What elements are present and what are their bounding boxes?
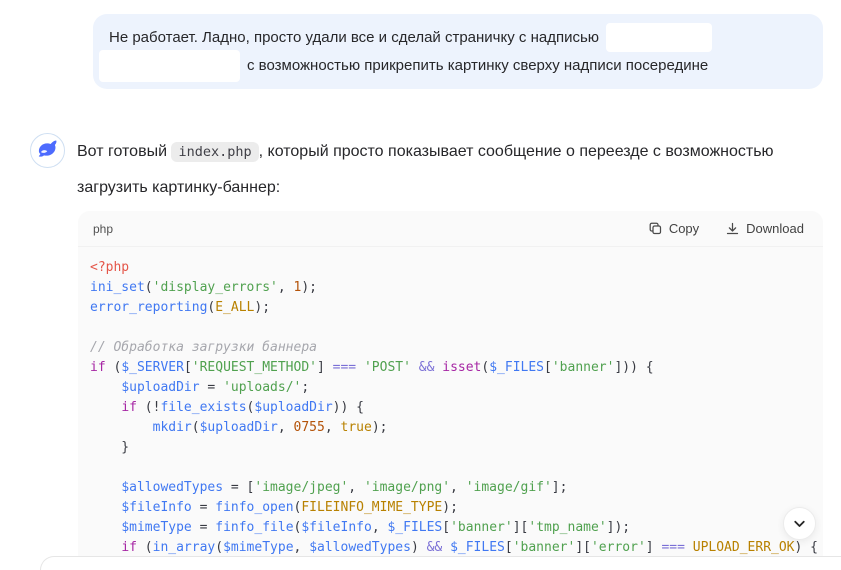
code-line: if ($_SERVER['REQUEST_METHOD'] === 'POST…: [90, 360, 654, 375]
assistant-message-prefix: Вот готовый: [77, 143, 168, 160]
code-block: php Copy Download <?php ini_set('display…: [78, 211, 823, 563]
code-line: }: [90, 440, 130, 455]
code-line: <?php: [90, 260, 130, 275]
inline-code-chip: index.php: [171, 142, 259, 162]
copy-icon: [648, 221, 663, 236]
code-line: $mimeType = finfo_file($fileInfo, $_FILE…: [121, 520, 631, 535]
code-line: ini_set('display_errors', 1);: [90, 280, 317, 295]
user-message-text-2: с возможностью прикрепить картинку сверх…: [247, 57, 709, 74]
redacted-box-1: [606, 23, 713, 52]
copy-button[interactable]: Copy: [648, 221, 699, 236]
code-content: <?php ini_set('display_errors', 1); error_…: [78, 247, 823, 563]
chat-input-top-edge[interactable]: [40, 556, 841, 570]
code-line: mkdir($uploadDir, 0755, true);: [152, 420, 388, 435]
scroll-to-bottom-button[interactable]: [783, 507, 816, 540]
code-line: $allowedTypes = ['image/jpeg', 'image/pn…: [121, 480, 568, 495]
assistant-message: Вот готовый index.php, который просто по…: [77, 134, 793, 205]
code-block-header: php Copy Download: [78, 211, 823, 247]
code-line: // Обработка загрузки баннера: [90, 340, 317, 355]
user-message-line-2: с возможностью прикрепить картинку сверх…: [99, 50, 708, 82]
code-line: error_reporting(E_ALL);: [90, 300, 271, 315]
download-button[interactable]: Download: [725, 221, 804, 236]
assistant-avatar: [30, 133, 65, 168]
code-line: $uploadDir = 'uploads/';: [121, 380, 310, 395]
code-line: if (!file_exists($uploadDir)) {: [121, 400, 364, 415]
code-line: $fileInfo = finfo_open(FILEINFO_MIME_TYP…: [121, 500, 458, 515]
user-message-bubble: Не работает. Ладно, просто удали все и с…: [93, 14, 823, 89]
chevron-down-icon: [791, 515, 808, 532]
user-message-text-1: Не работает. Ладно, просто удали все и с…: [109, 28, 600, 46]
code-line: if (in_array($mimeType, $allowedTypes) &…: [121, 540, 818, 555]
deepseek-whale-icon: [36, 139, 59, 162]
user-message-line-1: Не работает. Ладно, просто удали все и с…: [109, 23, 713, 52]
code-language-label: php: [93, 221, 114, 236]
download-button-label: Download: [746, 221, 804, 236]
redacted-box-2: [99, 50, 240, 82]
code-actions: Copy Download: [648, 221, 804, 236]
download-icon: [725, 221, 740, 236]
copy-button-label: Copy: [668, 221, 700, 236]
